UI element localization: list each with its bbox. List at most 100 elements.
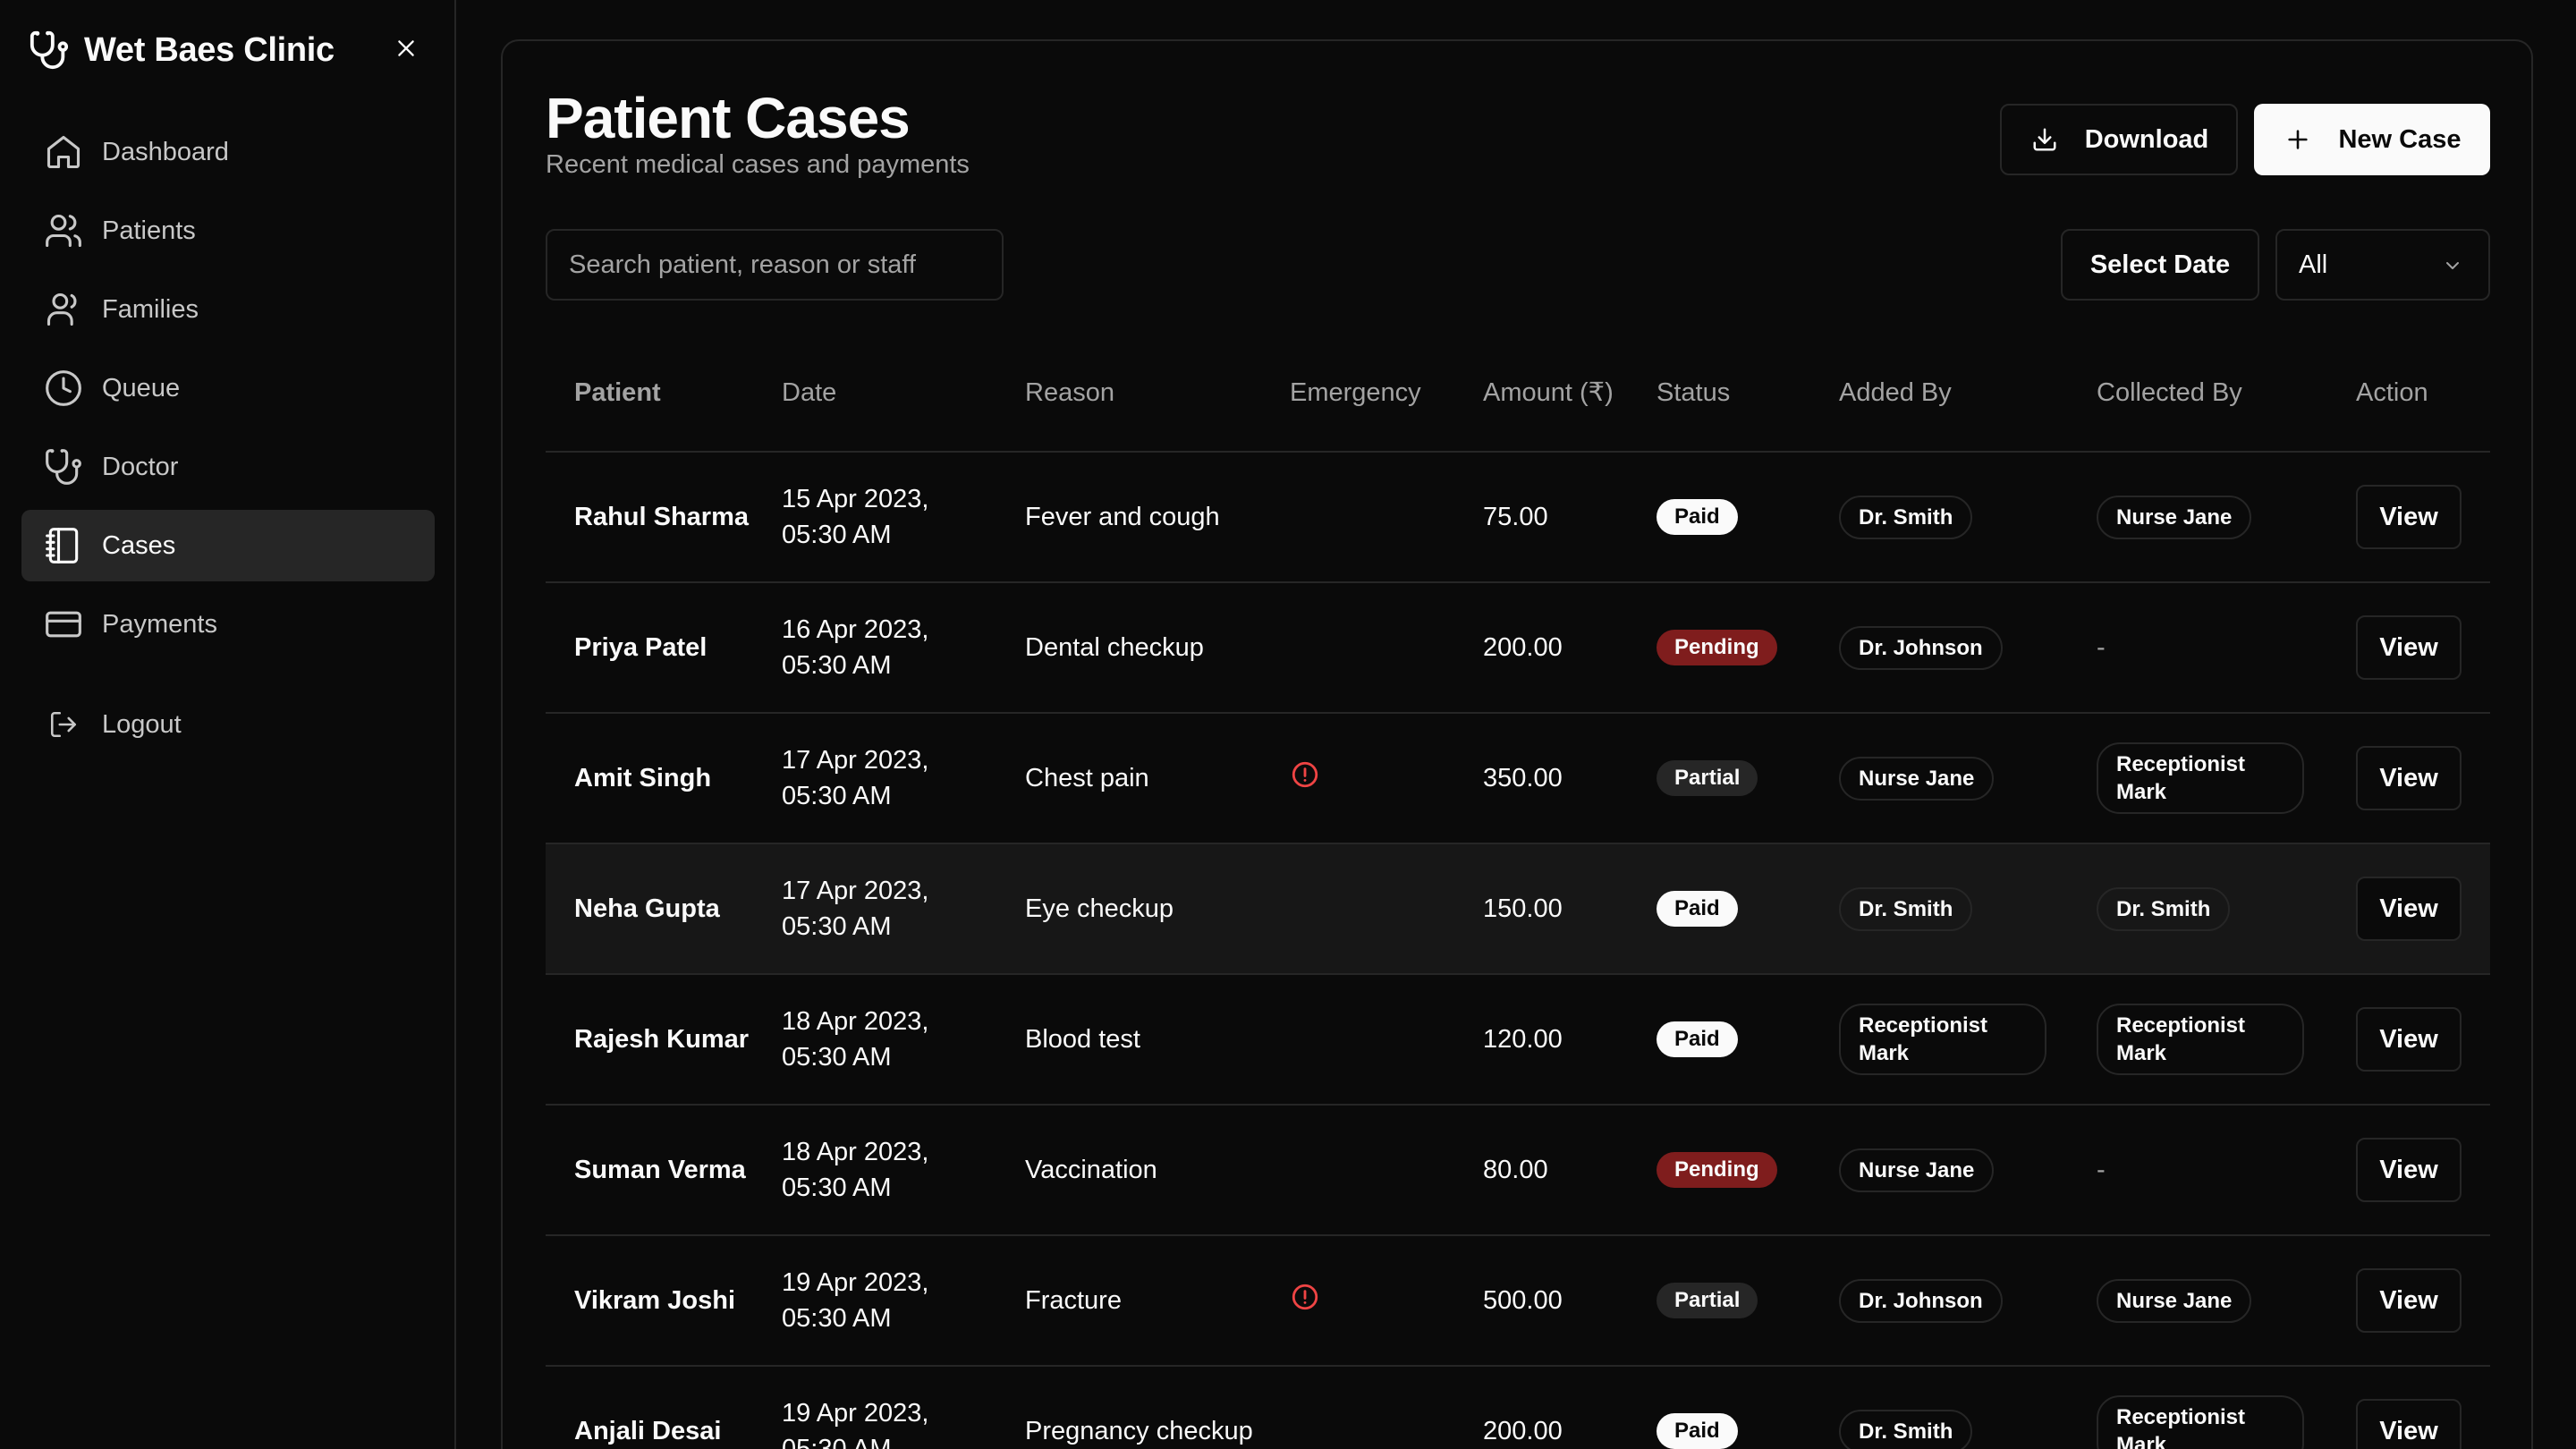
view-button[interactable]: View — [2356, 746, 2462, 810]
column-header: Action — [2356, 377, 2428, 407]
search-input[interactable] — [546, 229, 1004, 301]
select-date-button[interactable]: Select Date — [2061, 229, 2259, 301]
staff-pill: Dr. Johnson — [1839, 625, 2003, 670]
case-reason: Chest pain — [1025, 764, 1149, 792]
view-button[interactable]: View — [2356, 1268, 2462, 1333]
table-row: Rahul Sharma 15 Apr 2023, 05:30 AM Fever a… — [546, 453, 2490, 583]
case-reason: Dental checkup — [1025, 633, 1204, 662]
added-by-cell: Dr. Smith — [1810, 886, 2068, 931]
sidebar-item-queue[interactable]: Queue — [21, 352, 435, 424]
sidebar-item-label: Families — [102, 294, 199, 324]
logout-icon — [43, 704, 84, 745]
sidebar-item-families[interactable]: Families — [21, 274, 435, 345]
logout-label: Logout — [102, 709, 182, 739]
status-cell: Paid — [1628, 499, 1810, 535]
column-header: Amount (₹) — [1483, 378, 1614, 407]
staff-pill: Nurse Jane — [2097, 495, 2252, 539]
page-title: Patient Cases — [546, 86, 911, 150]
status-filter-select[interactable]: All — [2275, 229, 2490, 301]
sidebar-item-label: Cases — [102, 530, 176, 560]
alert-circle-icon — [1290, 1282, 1320, 1312]
credit-card-icon — [43, 604, 84, 645]
status-badge: Paid — [1657, 891, 1738, 927]
staff-pill: Nurse Jane — [1839, 756, 1995, 801]
staff-pill: Receptionist Mark — [2097, 1395, 2304, 1449]
staff-pill: Receptionist Mark — [1839, 1004, 2046, 1075]
close-sidebar-button[interactable] — [386, 30, 426, 70]
case-amount: 120.00 — [1483, 1024, 1563, 1054]
case-amount: 150.00 — [1483, 894, 1563, 923]
staff-pill: Dr. Johnson — [1839, 1278, 2003, 1323]
staff-pill: Dr. Smith — [1839, 886, 1973, 931]
sidebar-item-payments[interactable]: Payments — [21, 589, 435, 660]
stethoscope-icon — [29, 30, 70, 71]
added-by-cell: Nurse Jane — [1810, 756, 2068, 801]
table-row: Amit Singh 17 Apr 2023, 05:30 AM Chest pai… — [546, 714, 2490, 844]
patient-name: Rajesh Kumar — [574, 1025, 750, 1054]
case-date: 17 Apr 2023, 05:30 AM — [782, 746, 929, 810]
status-badge: Paid — [1657, 1413, 1738, 1449]
status-badge: Paid — [1657, 1021, 1738, 1057]
column-header: Collected By — [2097, 377, 2242, 407]
patient-name: Priya Patel — [574, 633, 708, 662]
action-cell: View — [2327, 1138, 2490, 1202]
case-date: 15 Apr 2023, 05:30 AM — [782, 485, 929, 549]
status-cell: Pending — [1628, 1152, 1810, 1188]
download-button[interactable]: Download — [2000, 104, 2238, 175]
action-cell: View — [2327, 1268, 2490, 1333]
added-by-cell: Receptionist Mark — [1810, 1004, 2068, 1075]
sidebar-item-doctor[interactable]: Doctor — [21, 431, 435, 503]
case-reason: Pregnancy checkup — [1025, 1417, 1253, 1445]
table-row: Neha Gupta 17 Apr 2023, 05:30 AM Eye check… — [546, 844, 2490, 975]
view-button[interactable]: View — [2356, 877, 2462, 941]
case-reason: Vaccination — [1025, 1156, 1157, 1184]
emergency-cell — [1261, 759, 1454, 797]
clock-icon — [43, 368, 84, 409]
status-cell: Paid — [1628, 1021, 1810, 1057]
chevron-down-icon — [2442, 254, 2463, 275]
view-button[interactable]: View — [2356, 615, 2462, 680]
collected-by-cell: - — [2068, 633, 2327, 663]
sidebar-item-label: Patients — [102, 216, 196, 245]
status-badge: Pending — [1657, 1152, 1777, 1188]
brand: Wet Baes Clinic — [29, 27, 335, 73]
added-by-cell: Dr. Johnson — [1810, 625, 2068, 670]
view-button[interactable]: View — [2356, 1138, 2462, 1202]
status-badge: Partial — [1657, 760, 1758, 796]
sidebar-item-label: Dashboard — [102, 137, 229, 166]
case-amount: 350.00 — [1483, 763, 1563, 792]
view-button[interactable]: View — [2356, 1399, 2462, 1449]
case-date: 17 Apr 2023, 05:30 AM — [782, 877, 929, 941]
view-button[interactable]: View — [2356, 1007, 2462, 1072]
staff-pill: Nurse Jane — [2097, 1278, 2252, 1323]
cases-table: Patient Date Reason Emergency Amount (₹)… — [546, 335, 2490, 1449]
stethoscope-icon — [43, 446, 84, 487]
page-subtitle: Recent medical cases and payments — [546, 150, 970, 179]
column-header: Status — [1657, 377, 1731, 407]
table-row: Priya Patel 16 Apr 2023, 05:30 AM Dental c… — [546, 583, 2490, 714]
view-button[interactable]: View — [2356, 485, 2462, 549]
sidebar-item-cases[interactable]: Cases — [21, 510, 435, 581]
empty-value: - — [2097, 1155, 2106, 1184]
collected-by-cell: Receptionist Mark — [2068, 1004, 2327, 1075]
collected-by-cell: - — [2068, 1156, 2327, 1185]
action-cell: View — [2327, 615, 2490, 680]
sidebar-item-dashboard[interactable]: Dashboard — [21, 116, 435, 188]
sidebar-item-patients[interactable]: Patients — [21, 195, 435, 267]
logout-button[interactable]: Logout — [21, 689, 435, 760]
staff-pill: Dr. Smith — [2097, 886, 2231, 931]
new-case-button[interactable]: New Case — [2254, 104, 2490, 175]
staff-pill: Receptionist Mark — [2097, 742, 2304, 814]
close-icon — [394, 37, 418, 64]
case-date: 19 Apr 2023, 05:30 AM — [782, 1399, 929, 1449]
collected-by-cell: Nurse Jane — [2068, 1278, 2327, 1323]
case-amount: 500.00 — [1483, 1285, 1563, 1315]
action-cell: View — [2327, 1399, 2490, 1449]
staff-pill: Dr. Smith — [1839, 495, 1973, 539]
status-badge: Paid — [1657, 499, 1738, 535]
table-header: Patient Date Reason Emergency Amount (₹)… — [546, 335, 2490, 453]
added-by-cell: Dr. Smith — [1810, 1409, 2068, 1449]
case-amount: 80.00 — [1483, 1155, 1548, 1184]
home-icon — [43, 131, 84, 173]
table-row: Anjali Desai 19 Apr 2023, 05:30 AM Pregnan… — [546, 1367, 2490, 1449]
